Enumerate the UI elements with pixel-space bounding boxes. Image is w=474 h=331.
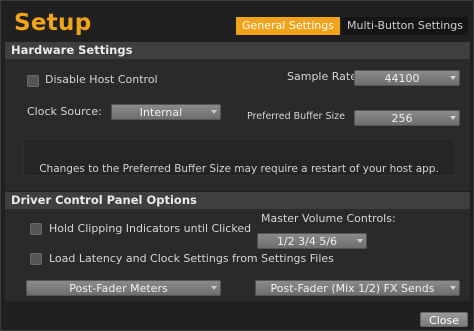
close-button[interactable]: Close [420, 312, 468, 327]
clock-source-label: Clock Source: [27, 105, 102, 118]
master-volume-dropdown[interactable]: 1/2 3/4 5/6 [257, 233, 367, 249]
clock-source-dropdown[interactable]: Internal [111, 104, 221, 120]
sample-rate-label: Sample Rate [287, 70, 357, 83]
buffer-size-notice-text: Changes to the Preferred Buffer Size may… [39, 163, 439, 175]
buffer-size-dropdown[interactable]: 256 [354, 110, 460, 126]
disable-host-control-label: Disable Host Control [45, 73, 158, 86]
buffer-size-value: 256 [391, 112, 413, 125]
fx-sends-dropdown[interactable]: Post-Fader (Mix 1/2) FX Sends [255, 280, 460, 296]
chevron-down-icon [211, 286, 217, 290]
hold-clipping-label: Hold Clipping Indicators until Clicked [49, 222, 252, 235]
buffer-size-label: Preferred Buffer Size [247, 111, 345, 122]
setup-window: Setup General Settings Multi-Button Sett… [0, 0, 474, 331]
load-latency-checkbox[interactable] [30, 253, 42, 265]
master-volume-value: 1/2 3/4 5/6 [276, 235, 338, 248]
tab-multi-button-settings[interactable]: Multi-Button Settings [342, 17, 468, 35]
load-latency-label: Load Latency and Clock Settings from Set… [49, 252, 334, 265]
chevron-down-icon [450, 116, 456, 120]
sample-rate-dropdown[interactable]: 44100 [354, 70, 460, 86]
chevron-down-icon [450, 76, 456, 80]
sample-rate-value: 44100 [384, 72, 420, 85]
chevron-down-icon [357, 239, 363, 243]
chevron-down-icon [450, 286, 456, 290]
meters-value: Post-Fader Meters [69, 282, 168, 295]
master-volume-label: Master Volume Controls: [261, 212, 396, 225]
disable-host-control-checkbox[interactable] [27, 75, 39, 87]
buffer-size-notice: Changes to the Preferred Buffer Size may… [23, 139, 455, 176]
clock-source-value: Internal [139, 106, 183, 119]
driver-options-heading: Driver Control Panel Options [5, 192, 470, 209]
tab-bar: General Settings Multi-Button Settings [236, 17, 468, 35]
fx-sends-value: Post-Fader (Mix 1/2) FX Sends [270, 282, 435, 295]
meters-dropdown[interactable]: Post-Fader Meters [26, 280, 221, 296]
window-title: Setup [14, 10, 92, 36]
chevron-down-icon [211, 110, 217, 114]
hold-clipping-checkbox[interactable] [30, 223, 42, 235]
hardware-settings-heading: Hardware Settings [5, 42, 470, 59]
tab-general-settings[interactable]: General Settings [236, 17, 340, 35]
